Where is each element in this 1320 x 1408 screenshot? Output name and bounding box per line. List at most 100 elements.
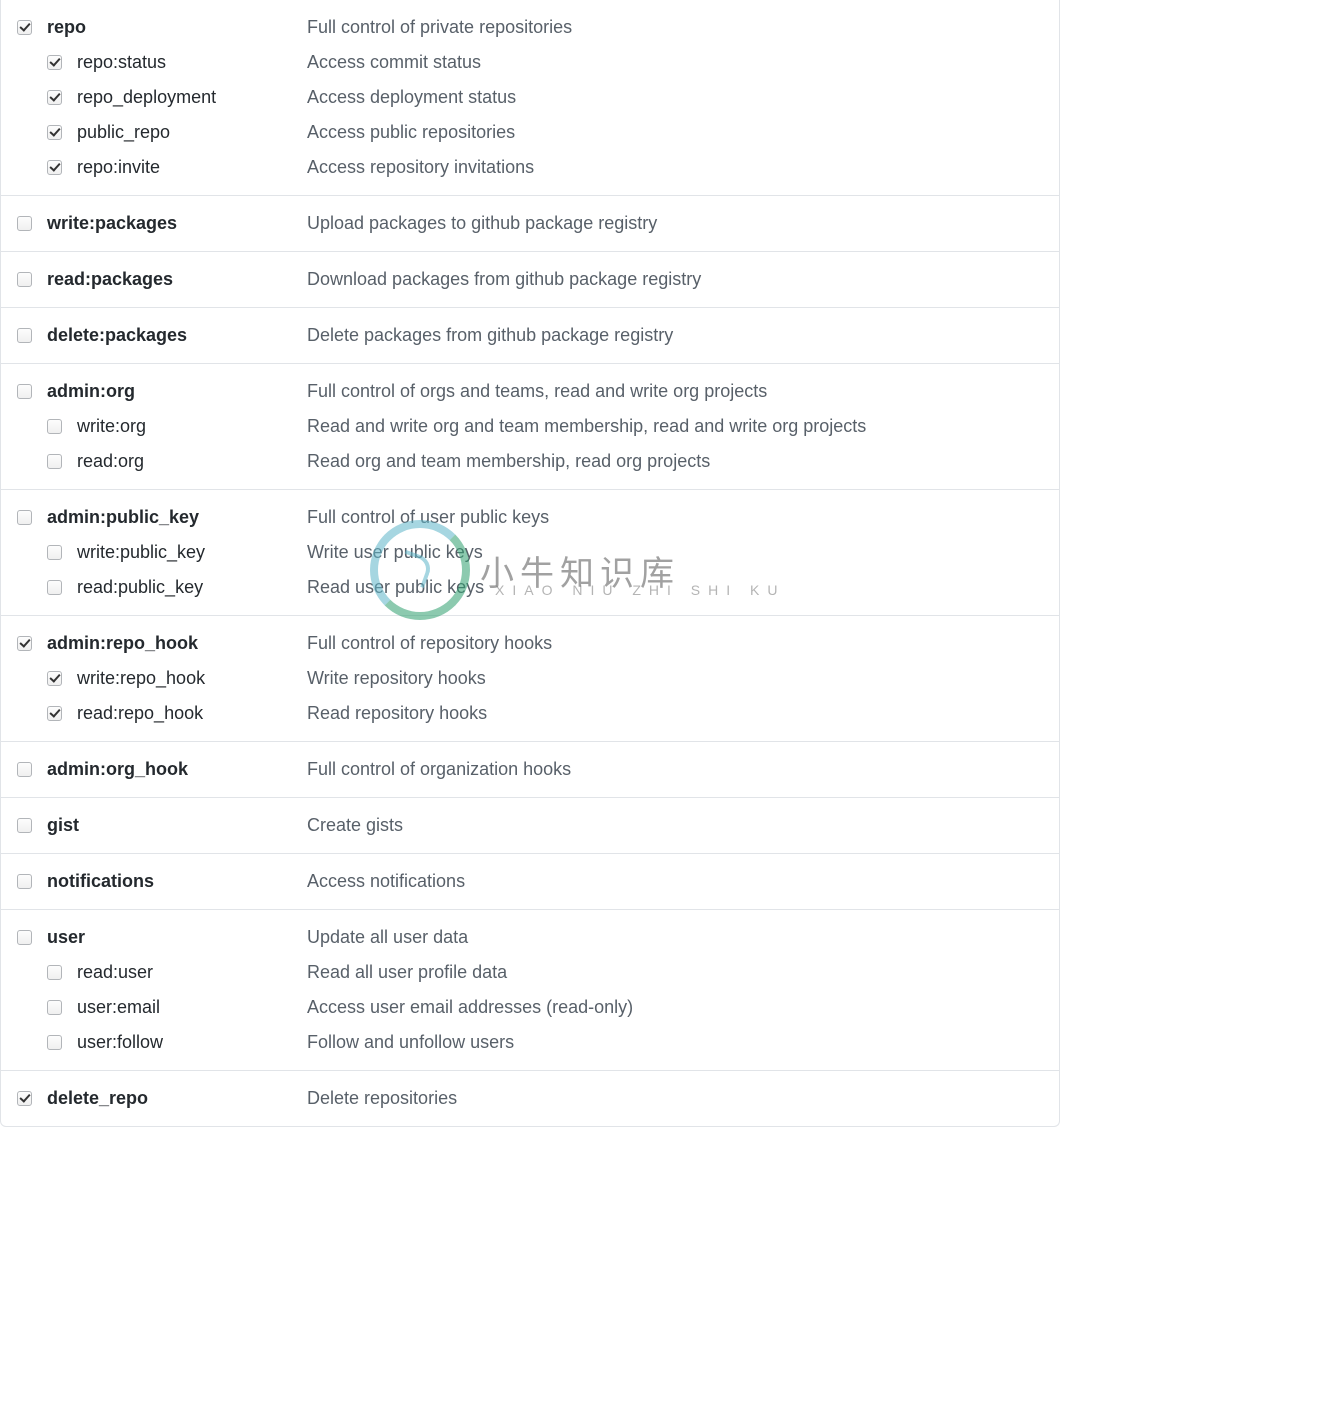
scope-checkbox[interactable] — [17, 874, 32, 889]
scope-name[interactable]: read:user — [77, 962, 307, 983]
scope-checkbox[interactable] — [17, 384, 32, 399]
scope-name[interactable]: write:public_key — [77, 542, 307, 563]
scope-name[interactable]: repo_deployment — [77, 87, 307, 108]
scope-checkbox[interactable] — [17, 818, 32, 833]
scope-row: repo:statusAccess commit status — [17, 45, 1043, 80]
scope-row: public_repoAccess public repositories — [17, 115, 1043, 150]
scope-row: notificationsAccess notifications — [17, 864, 1043, 899]
scope-checkbox[interactable] — [17, 272, 32, 287]
scope-row: repoFull control of private repositories — [17, 10, 1043, 45]
scope-row: admin:org_hookFull control of organizati… — [17, 752, 1043, 787]
scope-description: Write user public keys — [307, 542, 1043, 563]
scope-checkbox[interactable] — [47, 125, 62, 140]
scope-group: write:packagesUpload packages to github … — [1, 195, 1059, 251]
scope-checkbox[interactable] — [47, 1000, 62, 1015]
scope-name[interactable]: admin:repo_hook — [47, 633, 307, 654]
scope-checkbox[interactable] — [17, 762, 32, 777]
scope-name[interactable]: repo — [47, 17, 307, 38]
scope-group: admin:orgFull control of orgs and teams,… — [1, 363, 1059, 489]
scope-group: userUpdate all user data read:userRead al… — [1, 909, 1059, 1070]
scope-checkbox[interactable] — [47, 671, 62, 686]
scope-name[interactable]: read:repo_hook — [77, 703, 307, 724]
scope-description: Upload packages to github package regist… — [307, 213, 1043, 234]
scope-description: Full control of private repositories — [307, 17, 1043, 38]
scope-description: Read org and team membership, read org p… — [307, 451, 1043, 472]
scope-checkbox[interactable] — [17, 216, 32, 231]
scope-checkbox[interactable] — [47, 545, 62, 560]
scope-group: admin:org_hookFull control of organizati… — [1, 741, 1059, 797]
scope-row: write:orgRead and write org and team mem… — [17, 409, 1043, 444]
scope-row: gistCreate gists — [17, 808, 1043, 843]
scope-list: repoFull control of private repositories… — [0, 0, 1060, 1127]
scope-checkbox[interactable] — [47, 706, 62, 721]
scope-description: Read all user profile data — [307, 962, 1043, 983]
scope-row: user:emailAccess user email addresses (r… — [17, 990, 1043, 1025]
scope-group: delete_repoDelete repositories — [1, 1070, 1059, 1126]
scope-description: Full control of user public keys — [307, 507, 1043, 528]
scope-row: delete:packagesDelete packages from gith… — [17, 318, 1043, 353]
scope-row: admin:orgFull control of orgs and teams,… — [17, 374, 1043, 409]
scope-checkbox[interactable] — [47, 454, 62, 469]
scope-row: read:repo_hookRead repository hooks — [17, 696, 1043, 731]
scope-name[interactable]: admin:public_key — [47, 507, 307, 528]
scope-row: read:orgRead org and team membership, re… — [17, 444, 1043, 479]
scope-name[interactable]: admin:org_hook — [47, 759, 307, 780]
scope-name[interactable]: repo:status — [77, 52, 307, 73]
scope-checkbox[interactable] — [17, 328, 32, 343]
scope-group: admin:repo_hookFull control of repositor… — [1, 615, 1059, 741]
scope-row: write:repo_hookWrite repository hooks — [17, 661, 1043, 696]
scope-name[interactable]: user:follow — [77, 1032, 307, 1053]
scope-description: Access user email addresses (read-only) — [307, 997, 1043, 1018]
scope-name[interactable]: delete_repo — [47, 1088, 307, 1109]
scope-checkbox[interactable] — [47, 160, 62, 175]
scope-description: Delete repositories — [307, 1088, 1043, 1109]
scope-checkbox[interactable] — [47, 580, 62, 595]
scope-group: notificationsAccess notifications — [1, 853, 1059, 909]
scope-row: userUpdate all user data — [17, 920, 1043, 955]
scope-description: Full control of organization hooks — [307, 759, 1043, 780]
scope-name[interactable]: notifications — [47, 871, 307, 892]
scope-checkbox[interactable] — [47, 419, 62, 434]
scope-description: Full control of orgs and teams, read and… — [307, 381, 1043, 402]
scope-description: Access deployment status — [307, 87, 1043, 108]
scope-name[interactable]: gist — [47, 815, 307, 836]
scope-group: delete:packagesDelete packages from gith… — [1, 307, 1059, 363]
scope-row: delete_repoDelete repositories — [17, 1081, 1043, 1116]
scope-checkbox[interactable] — [17, 510, 32, 525]
scope-checkbox[interactable] — [47, 965, 62, 980]
scope-row: read:packagesDownload packages from gith… — [17, 262, 1043, 297]
scope-name[interactable]: delete:packages — [47, 325, 307, 346]
scope-name[interactable]: write:repo_hook — [77, 668, 307, 689]
scope-description: Access notifications — [307, 871, 1043, 892]
scope-description: Write repository hooks — [307, 668, 1043, 689]
scope-checkbox[interactable] — [17, 636, 32, 651]
scope-name[interactable]: repo:invite — [77, 157, 307, 178]
scope-row: write:public_keyWrite user public keys — [17, 535, 1043, 570]
scope-description: Access commit status — [307, 52, 1043, 73]
scope-group: gistCreate gists — [1, 797, 1059, 853]
scope-checkbox[interactable] — [47, 1035, 62, 1050]
scope-row: user:followFollow and unfollow users — [17, 1025, 1043, 1060]
scope-checkbox[interactable] — [17, 20, 32, 35]
scope-description: Read and write org and team membership, … — [307, 416, 1043, 437]
scope-name[interactable]: user:email — [77, 997, 307, 1018]
scope-group: read:packagesDownload packages from gith… — [1, 251, 1059, 307]
scope-name[interactable]: read:org — [77, 451, 307, 472]
scope-name[interactable]: public_repo — [77, 122, 307, 143]
scope-name[interactable]: write:packages — [47, 213, 307, 234]
scope-name[interactable]: write:org — [77, 416, 307, 437]
scope-row: admin:repo_hookFull control of repositor… — [17, 626, 1043, 661]
scope-group: repoFull control of private repositories… — [1, 0, 1059, 195]
scope-row: admin:public_keyFull control of user pub… — [17, 500, 1043, 535]
scope-checkbox[interactable] — [17, 1091, 32, 1106]
scope-checkbox[interactable] — [47, 55, 62, 70]
scope-checkbox[interactable] — [47, 90, 62, 105]
scope-name[interactable]: read:packages — [47, 269, 307, 290]
scope-description: Delete packages from github package regi… — [307, 325, 1043, 346]
scope-description: Full control of repository hooks — [307, 633, 1043, 654]
scope-name[interactable]: admin:org — [47, 381, 307, 402]
scope-name[interactable]: user — [47, 927, 307, 948]
scope-name[interactable]: read:public_key — [77, 577, 307, 598]
scope-checkbox[interactable] — [17, 930, 32, 945]
scope-row: read:public_keyRead user public keys — [17, 570, 1043, 605]
